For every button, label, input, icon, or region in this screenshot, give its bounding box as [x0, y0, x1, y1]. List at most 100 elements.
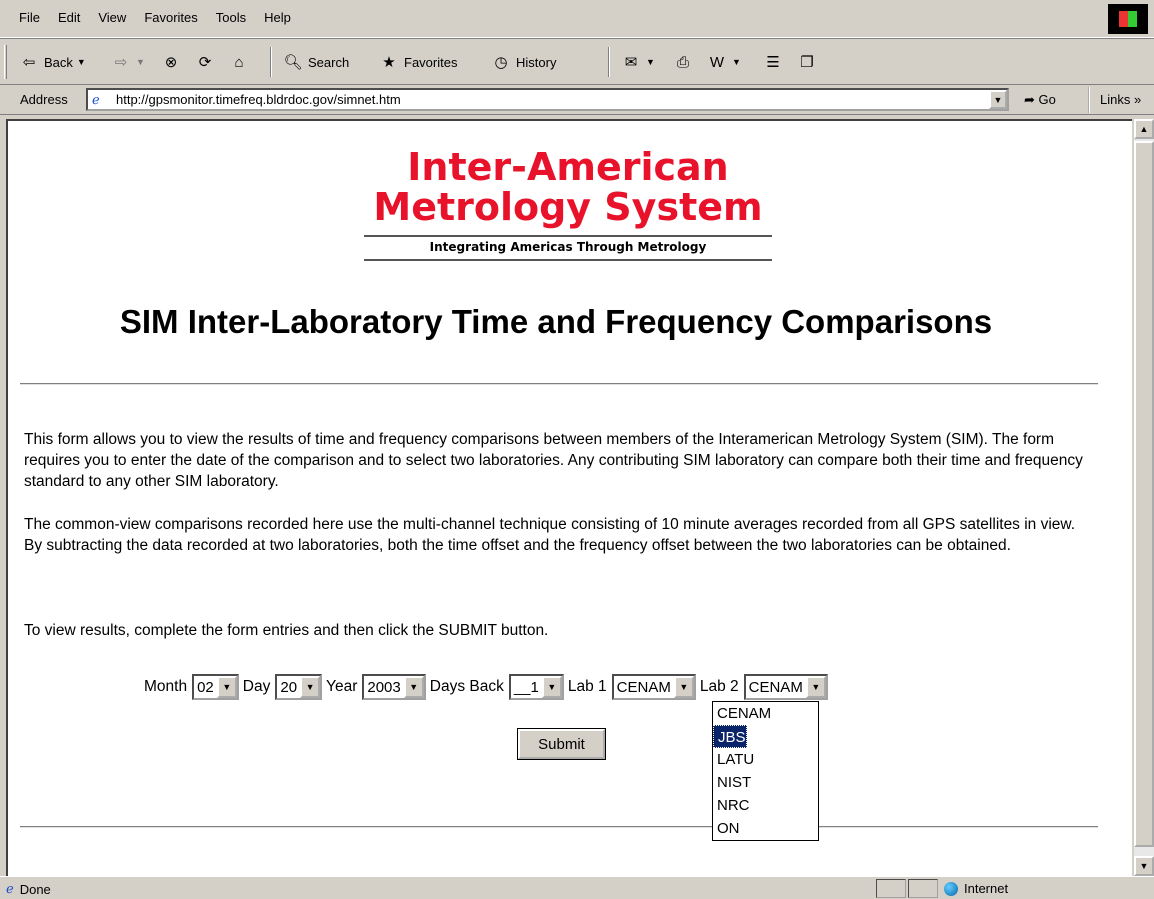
mail-button[interactable]: ✉ ▼ [620, 49, 655, 75]
month-value: 02 [197, 678, 214, 696]
back-button[interactable]: ⇦ Back ▼ [18, 49, 86, 75]
comparison-form: Month 02 ▼ Day 20 ▼ Year 2003 ▼ Days Bac… [140, 673, 828, 701]
year-select[interactable]: 2003 ▼ [362, 674, 426, 700]
lab2-dropdown-icon[interactable]: ▼ [805, 676, 826, 698]
discuss-button[interactable]: ☰ [762, 49, 784, 75]
address-label: Address [20, 92, 68, 107]
discuss-icon: ☰ [766, 54, 780, 71]
menu-tools[interactable]: Tools [207, 10, 255, 25]
divider [20, 826, 1098, 828]
days-back-value: __1 [513, 678, 539, 696]
lab2-value: CENAM [748, 678, 803, 696]
lab1-dropdown-list: CENAM JBS LATU NIST NRC ON [712, 701, 819, 841]
days-back-select[interactable]: __1 ▼ [508, 674, 564, 700]
status-panel [908, 879, 938, 898]
mail-icon: ✉ [624, 54, 638, 71]
standard-toolbar: ⇦ Back ▼ ⇨ ▼ ⊗ ⟳ ⌂ 🔍︎ Search ★ Favorites… [0, 38, 1154, 85]
lab2-label: Lab 2 [699, 678, 739, 695]
history-icon: ◷ [494, 54, 508, 71]
scroll-up-icon[interactable]: ▲ [1134, 119, 1154, 139]
mail-dropdown-icon[interactable]: ▼ [646, 57, 655, 67]
menu-file[interactable]: File [10, 10, 49, 25]
menu-view[interactable]: View [89, 10, 135, 25]
forward-button[interactable]: ⇨ ▼ [110, 49, 145, 75]
month-select[interactable]: 02 ▼ [192, 674, 239, 700]
print-icon: ⎙ [676, 53, 689, 71]
lab-option-jbs[interactable]: JBS [713, 725, 747, 748]
search-icon: 🔍︎ [283, 54, 303, 71]
lab1-dropdown-icon[interactable]: ▼ [673, 676, 694, 698]
ie-page-icon: ℯ [92, 91, 100, 107]
address-dropdown-icon[interactable]: ▼ [989, 90, 1007, 109]
lab-option-latu[interactable]: LATU [713, 748, 818, 771]
page-content: Inter-American Metrology System Integrat… [6, 119, 1132, 876]
links-button[interactable]: Links » [1088, 87, 1141, 113]
year-value: 2003 [367, 678, 401, 696]
word-edit-icon: W [709, 53, 725, 71]
year-dropdown-icon[interactable]: ▼ [403, 676, 424, 698]
lab-option-on[interactable]: ON [713, 817, 818, 840]
edit-dropdown-icon[interactable]: ▼ [732, 57, 741, 67]
lab2-select[interactable]: CENAM ▼ [743, 674, 828, 700]
search-button[interactable]: 🔍︎ Search [282, 49, 349, 75]
page-title: SIM Inter-Laboratory Time and Frequency … [119, 303, 993, 340]
instructions-paragraph: To view results, complete the form entri… [24, 622, 549, 639]
history-button[interactable]: ◷ History [490, 49, 556, 75]
menu-edit[interactable]: Edit [49, 10, 89, 25]
stop-icon: ⊗ [164, 54, 178, 71]
print-button[interactable]: ⎙ [672, 49, 694, 75]
status-panel [876, 879, 906, 898]
submit-button[interactable]: Submit [517, 728, 606, 760]
history-label: History [516, 54, 557, 70]
stop-button[interactable]: ⊗ [160, 49, 182, 75]
refresh-icon: ⟳ [198, 54, 212, 71]
status-done: ℯ Done [6, 881, 51, 897]
menu-bar: File Edit View Favorites Tools Help [0, 0, 1154, 38]
forward-dropdown-icon[interactable]: ▼ [136, 57, 145, 67]
security-zone: Internet [944, 881, 1008, 896]
day-value: 20 [280, 678, 298, 696]
lab1-label: Lab 1 [567, 678, 607, 695]
month-dropdown-icon[interactable]: ▼ [216, 676, 237, 698]
lab-option-nrc[interactable]: NRC [713, 794, 818, 817]
menu-help[interactable]: Help [255, 10, 300, 25]
messenger-button[interactable]: ❐ [796, 49, 818, 75]
day-label: Day [242, 678, 271, 695]
toolbar-grip [4, 45, 7, 79]
vertical-scrollbar[interactable]: ▲ ▼ [1134, 119, 1154, 876]
sim-logo: Inter-American Metrology System Integrat… [348, 147, 788, 261]
refresh-button[interactable]: ⟳ [194, 49, 216, 75]
logo-tagline: Integrating Americas Through Metrology [364, 235, 772, 261]
scroll-thumb[interactable] [1134, 141, 1154, 847]
lab-option-nist[interactable]: NIST [713, 771, 818, 794]
lab1-select[interactable]: CENAM ▼ [611, 674, 696, 700]
favorites-button[interactable]: ★ Favorites [378, 49, 457, 75]
go-button[interactable]: ➦ Go [1024, 92, 1056, 108]
day-select[interactable]: 20 ▼ [275, 674, 323, 700]
status-bar: ℯ Done Internet [0, 876, 1154, 899]
go-label: Go [1038, 92, 1056, 107]
window-icon: ❐ [800, 54, 814, 71]
menu-favorites[interactable]: Favorites [135, 10, 206, 25]
day-dropdown-icon[interactable]: ▼ [300, 676, 321, 698]
favorites-label: Favorites [404, 54, 458, 70]
back-dropdown-icon[interactable]: ▼ [77, 57, 86, 67]
status-text: Done [19, 881, 51, 897]
lab1-value: CENAM [616, 678, 671, 696]
address-input[interactable]: ℯ http://gpsmonitor.timefreq.bldrdoc.gov… [86, 88, 1009, 111]
address-url[interactable]: http://gpsmonitor.timefreq.bldrdoc.gov/s… [116, 92, 401, 107]
days-back-dropdown-icon[interactable]: ▼ [541, 676, 562, 698]
go-arrow-icon: ➦ [1024, 92, 1035, 107]
year-label: Year [326, 678, 358, 695]
scroll-down-icon[interactable]: ▼ [1134, 856, 1154, 876]
zone-label: Internet [964, 881, 1009, 896]
ie-page-icon: ℯ [6, 881, 14, 896]
month-label: Month [144, 678, 188, 695]
toolbar-separator [608, 47, 610, 77]
address-bar: Address ℯ http://gpsmonitor.timefreq.bld… [0, 85, 1154, 115]
lab-option-cenam[interactable]: CENAM [713, 702, 818, 725]
windows-logo-icon [1108, 4, 1148, 34]
home-button[interactable]: ⌂ [228, 49, 250, 75]
back-label: Back [44, 54, 73, 70]
edit-button[interactable]: W ▼ [706, 49, 741, 75]
